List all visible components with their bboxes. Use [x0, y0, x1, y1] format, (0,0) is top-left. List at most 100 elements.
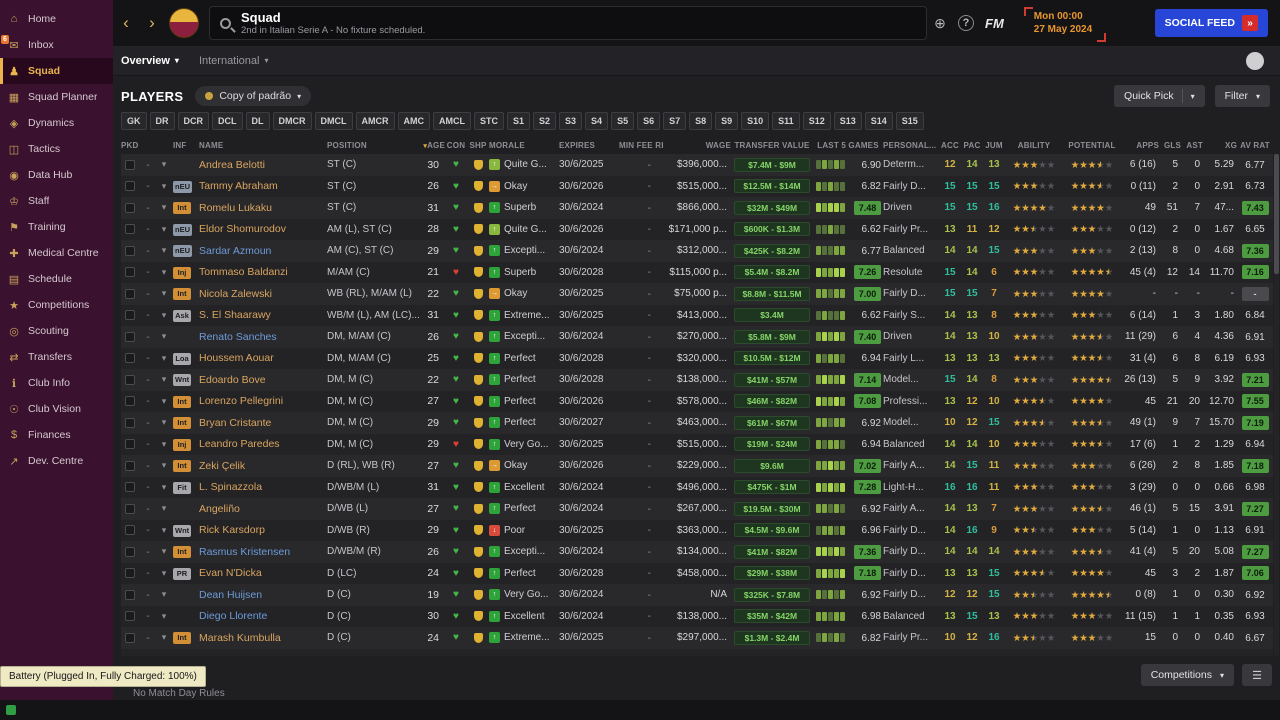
- position-filter-amcl[interactable]: AMCL: [433, 112, 471, 130]
- sidebar-item-transfers[interactable]: ⇄ Transfers: [0, 344, 113, 370]
- position-filter-s2[interactable]: S2: [533, 112, 557, 130]
- player-name[interactable]: Lorenzo Pellegrini: [199, 395, 327, 407]
- column-header-wage[interactable]: WAGE: [663, 141, 731, 150]
- player-row[interactable]: - ▾ Wnt Rick Karsdorp D/WB (R) 29 ♥ ↓ Poor 30/6/2…: [121, 519, 1273, 541]
- player-row[interactable]: - ▾ nEU Eldor Shomurodov AM (L), ST (C) 28 ♥ ↑ Q…: [121, 218, 1273, 240]
- manager-avatar[interactable]: [1246, 51, 1264, 70]
- player-row[interactable]: - ▾ Loa Houssem Aouar DM, M/AM (C) 25 ♥ ↑ Perfec…: [121, 347, 1273, 369]
- row-expand-chevron[interactable]: ▾: [155, 525, 173, 536]
- row-checkbox[interactable]: [125, 181, 135, 192]
- player-name[interactable]: Romelu Lukaku: [199, 202, 327, 214]
- sidebar-item-medical-centre[interactable]: ✚ Medical Centre: [0, 240, 113, 266]
- position-filter-s6[interactable]: S6: [637, 112, 661, 130]
- row-expand-chevron[interactable]: ▾: [155, 417, 173, 428]
- row-expand-chevron[interactable]: ▾: [155, 396, 173, 407]
- back-button[interactable]: ‹: [113, 0, 139, 46]
- sidebar-item-club-vision[interactable]: ☉ Club Vision: [0, 396, 113, 422]
- player-row[interactable]: - ▾ Wnt Edoardo Bove DM, M (C) 22 ♥ ↑ Perfect 30/…: [121, 369, 1273, 391]
- tab-overview[interactable]: Overview ▾: [121, 55, 179, 67]
- position-filter-gk[interactable]: GK: [121, 112, 147, 130]
- position-filter-dcr[interactable]: DCR: [177, 112, 209, 130]
- player-name[interactable]: Diego Llorente: [199, 610, 327, 622]
- column-header-pac[interactable]: PAC: [961, 141, 983, 150]
- player-row[interactable]: - ▾ Fit L. Spinazzola D/WB/M (L) 31 ♥ ↑ Excellen…: [121, 476, 1273, 498]
- row-checkbox[interactable]: [125, 267, 135, 278]
- player-row[interactable]: - ▾ Int Nicola Zalewski WB (RL), M/AM (L) 22 ♥…: [121, 283, 1273, 305]
- row-expand-chevron[interactable]: ▾: [155, 159, 173, 170]
- position-filter-dmcr[interactable]: DMCR: [272, 112, 312, 130]
- player-name[interactable]: Evan N'Dicka: [199, 567, 327, 579]
- position-filter-s5[interactable]: S5: [611, 112, 635, 130]
- sidebar-item-inbox[interactable]: 6 ✉ Inbox: [0, 32, 113, 58]
- player-row[interactable]: - ▾ Diego Llorente D (C) 30 ♥ ↑ Excellent 30/6/2…: [121, 605, 1273, 627]
- position-filter-s9[interactable]: S9: [715, 112, 739, 130]
- row-expand-chevron[interactable]: ▾: [155, 288, 173, 299]
- sidebar-item-data-hub[interactable]: ◉ Data Hub: [0, 162, 113, 188]
- player-row[interactable]: - ▾ Andrea Belotti ST (C) 30 ♥ ↑ Quite G... 30/6…: [121, 154, 1273, 176]
- row-checkbox[interactable]: [125, 374, 135, 385]
- panel-menu-button[interactable]: ☰: [1242, 664, 1272, 686]
- column-header-name[interactable]: NAME: [199, 141, 327, 150]
- row-expand-chevron[interactable]: ▾: [155, 374, 173, 385]
- row-expand-chevron[interactable]: ▾: [155, 482, 173, 493]
- row-checkbox[interactable]: [125, 245, 135, 256]
- position-filter-dmcl[interactable]: DMCL: [314, 112, 353, 130]
- position-filter-s15[interactable]: S15: [895, 112, 924, 130]
- player-row[interactable]: - ▾ Int Bryan Cristante DM, M (C) 29 ♥ ↑ Perfect…: [121, 412, 1273, 434]
- player-name[interactable]: Dean Huijsen: [199, 589, 327, 601]
- position-filter-s4[interactable]: S4: [585, 112, 609, 130]
- column-header-apps[interactable]: APPS: [1121, 141, 1159, 150]
- social-feed-button[interactable]: SOCIAL FEED »: [1154, 9, 1268, 37]
- row-checkbox[interactable]: [125, 288, 135, 299]
- sidebar-item-squad[interactable]: ♟ Squad: [0, 58, 113, 84]
- player-name[interactable]: Houssem Aouar: [199, 352, 327, 364]
- sidebar-item-dynamics[interactable]: ◈ Dynamics: [0, 110, 113, 136]
- player-name[interactable]: Tammy Abraham: [199, 180, 327, 192]
- player-name[interactable]: Andrea Belotti: [199, 159, 327, 171]
- row-checkbox[interactable]: [125, 460, 135, 471]
- column-header-ast[interactable]: AST: [1181, 141, 1203, 150]
- row-checkbox[interactable]: [125, 525, 135, 536]
- column-header-position[interactable]: POSITION: [327, 141, 421, 150]
- club-crest[interactable]: [169, 8, 199, 38]
- position-filter-s3[interactable]: S3: [559, 112, 583, 130]
- column-header-pkd[interactable]: PKD: [121, 141, 173, 150]
- player-row[interactable]: - ▾ Int Rasmus Kristensen D/WB/M (R) 26 ♥ ↑ Exce…: [121, 541, 1273, 563]
- player-name[interactable]: Zeki Çelik: [199, 460, 327, 472]
- player-row[interactable]: - ▾ Angeliño D/WB (L) 27 ♥ ↑ Perfect 30/6/2024- $…: [121, 498, 1273, 520]
- sidebar-item-home[interactable]: ⌂ Home: [0, 6, 113, 32]
- row-checkbox[interactable]: [125, 632, 135, 643]
- row-checkbox[interactable]: [125, 310, 135, 321]
- row-checkbox[interactable]: [125, 353, 135, 364]
- row-expand-chevron[interactable]: ▾: [155, 460, 173, 471]
- player-name[interactable]: Rasmus Kristensen: [199, 546, 327, 558]
- position-filter-dr[interactable]: DR: [149, 112, 175, 130]
- column-header-gls[interactable]: GLS: [1159, 141, 1181, 150]
- column-header-personal[interactable]: PERSONAL...: [883, 141, 939, 150]
- row-expand-chevron[interactable]: ▾: [155, 568, 173, 579]
- sidebar-item-club-info[interactable]: ℹ Club Info: [0, 370, 113, 396]
- row-checkbox[interactable]: [125, 417, 135, 428]
- row-expand-chevron[interactable]: ▾: [155, 439, 173, 450]
- forward-button[interactable]: ›: [139, 0, 165, 46]
- column-header-con[interactable]: CON: [445, 141, 467, 150]
- row-expand-chevron[interactable]: ▾: [155, 267, 173, 278]
- column-header-inf[interactable]: INF: [173, 141, 199, 150]
- player-name[interactable]: L. Spinazzola: [199, 481, 327, 493]
- row-expand-chevron[interactable]: ▾: [155, 546, 173, 557]
- quick-pick-button[interactable]: Quick Pick ▾: [1114, 85, 1205, 107]
- position-filter-amcr[interactable]: AMCR: [355, 112, 395, 130]
- position-filter-s1[interactable]: S1: [507, 112, 531, 130]
- row-expand-chevron[interactable]: ▾: [155, 331, 173, 342]
- row-checkbox[interactable]: [125, 396, 135, 407]
- row-checkbox[interactable]: [125, 589, 135, 600]
- scrollbar-thumb[interactable]: [1274, 154, 1279, 274]
- row-checkbox[interactable]: [125, 439, 135, 450]
- position-filter-s13[interactable]: S13: [833, 112, 862, 130]
- filter-button[interactable]: Filter ▾: [1214, 85, 1270, 107]
- player-row[interactable]: - ▾ Dean Huijsen D (C) 19 ♥ ↑ Very Go... 30/6/20…: [121, 584, 1273, 606]
- view-selector[interactable]: Copy of padrão ▾: [195, 86, 312, 106]
- player-name[interactable]: Angeliño: [199, 503, 327, 515]
- column-header-last-5-games[interactable]: LAST 5 GAMES: [813, 141, 883, 150]
- player-name[interactable]: Eldor Shomurodov: [199, 223, 327, 235]
